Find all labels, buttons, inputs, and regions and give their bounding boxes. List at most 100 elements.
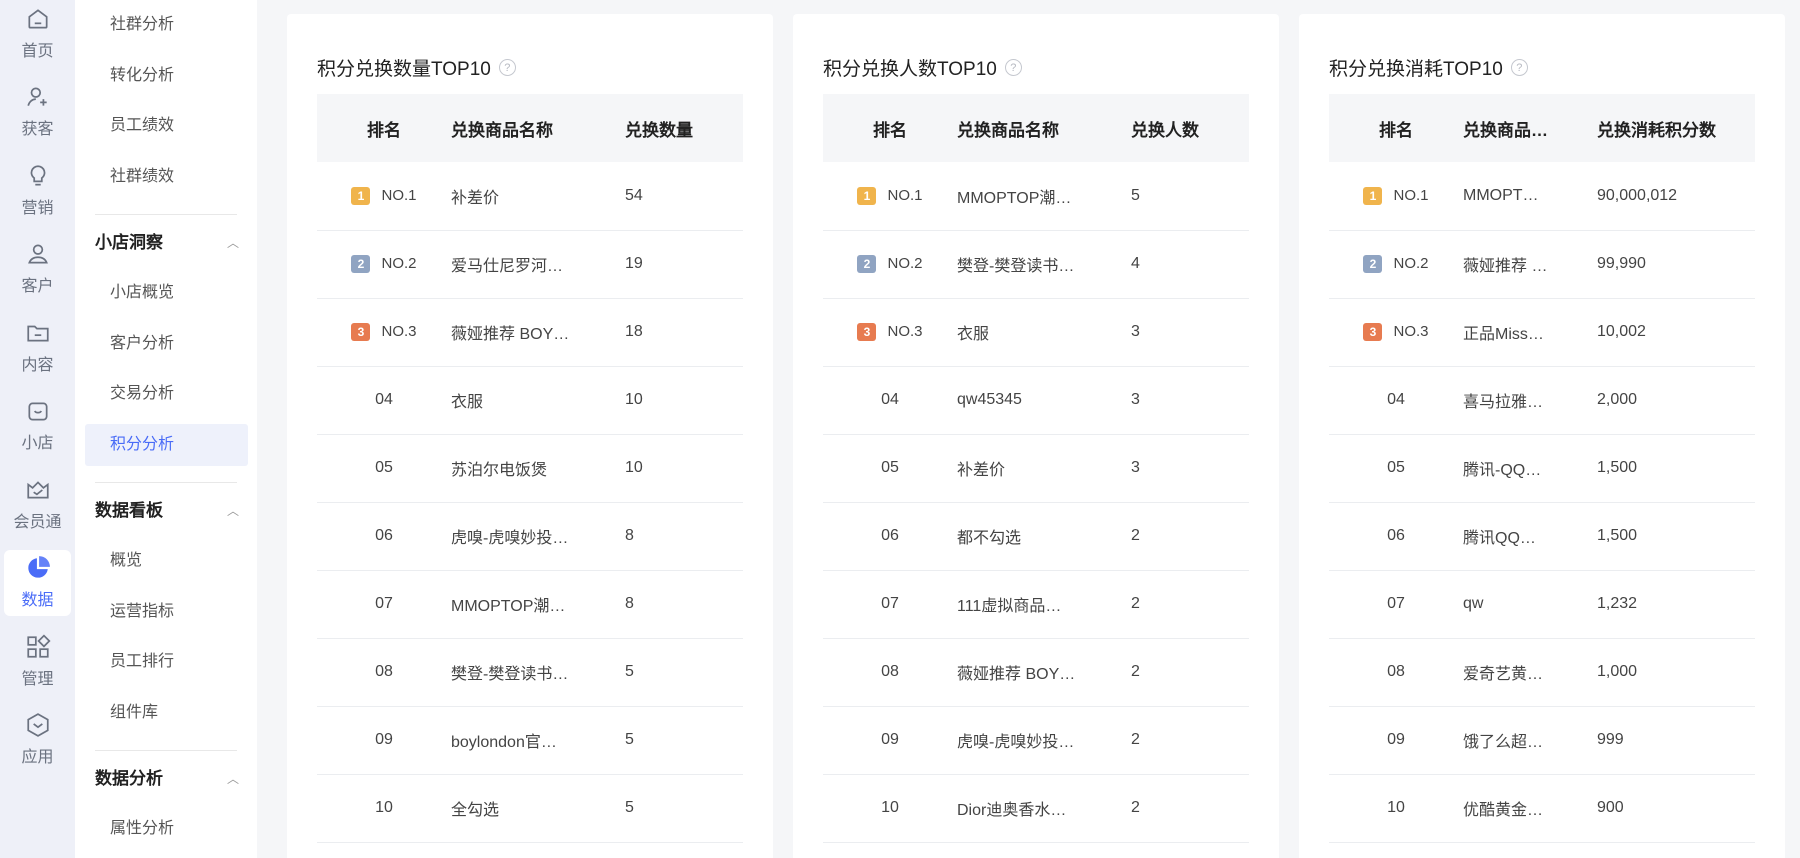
subnav-item[interactable]: 社群分析 <box>85 4 248 46</box>
card-title: 积分兑换数量TOP10? <box>317 54 516 81</box>
help-icon[interactable]: ? <box>1510 59 1528 76</box>
ranking-table: 排名 兑换商品名称 兑换数量 1 NO.1 补差价 54 2 NO.2 爱马仕尼罗河… 19 3 NO.… <box>317 94 743 843</box>
product-name-cell: 薇娅推荐 BOY… <box>957 666 1076 683</box>
value-cell: 5 <box>625 663 634 680</box>
product-name-cell: 衣服 <box>451 394 484 411</box>
product-name-cell: 衣服 <box>957 326 990 343</box>
product-name-cell: 补差价 <box>957 462 1006 479</box>
rail-item-1[interactable]: 获客 <box>4 79 71 145</box>
subnav-group-header[interactable]: 数据看板 ︿ <box>75 490 257 532</box>
card-title-text: 积分兑换数量TOP10 <box>317 59 491 80</box>
table-row: 06 腾讯QQ… 1,500 <box>1329 502 1755 570</box>
rank-cell: 06 <box>375 527 393 544</box>
rail-item-7[interactable]: 数据 <box>4 549 71 616</box>
rank-cell: 3 NO.3 <box>823 298 957 366</box>
rank-label: NO.1 <box>887 186 923 204</box>
table-row: 10 全勾选 5 <box>317 774 743 842</box>
rank-cell: 07 <box>375 595 393 612</box>
table-row: 3 NO.3 正品Miss… 10,002 <box>1329 298 1755 366</box>
rank-cell: 07 <box>881 595 899 612</box>
rank-medal-icon: 2 <box>351 254 371 273</box>
rail-item-0[interactable]: 首页 <box>4 0 71 66</box>
rank-cell: 07 <box>1387 595 1405 612</box>
subnav-item[interactable]: 转化分析 <box>85 55 248 97</box>
value-cell: 3 <box>1131 391 1140 408</box>
table-row: 09 饿了么超… 999 <box>1329 706 1755 774</box>
rank-cell: 10 <box>375 799 393 816</box>
help-icon[interactable]: ? <box>1004 59 1022 76</box>
table-row: 04 qw45345 3 <box>823 366 1249 434</box>
rank-cell: 09 <box>1387 731 1405 748</box>
subnav-item[interactable]: 小店概览 <box>85 272 248 314</box>
main-nav-rail: 首页获客营销客户内容小店会员通数据管理应用 <box>0 0 75 858</box>
rail-item-6[interactable]: 会员通 <box>4 471 71 537</box>
product-name-cell: 樊登-樊登读书… <box>957 258 1075 275</box>
rail-item-9[interactable]: 应用 <box>4 707 71 773</box>
product-name-cell: qw45345 <box>957 391 1022 408</box>
value-cell: 999 <box>1597 731 1624 748</box>
subnav-item[interactable]: 员工排行 <box>85 641 248 683</box>
value-cell: 1,232 <box>1597 595 1638 612</box>
rank-cell: 08 <box>1387 663 1405 680</box>
subnav-item[interactable]: 客户分析 <box>85 323 248 365</box>
pie-chart-icon <box>25 555 51 586</box>
table-row: 07 qw 1,232 <box>1329 570 1755 638</box>
rank-label: NO.2 <box>887 255 923 273</box>
rail-item-2[interactable]: 营销 <box>4 157 71 223</box>
value-cell: 3 <box>1131 323 1140 340</box>
value-cell: 99,990 <box>1597 255 1646 272</box>
table-row: 1 NO.1 MMOPTOP潮… 5 <box>823 162 1249 230</box>
subnav-group-header[interactable]: 小店洞察 ︿ <box>75 222 257 264</box>
rail-item-8[interactable]: 管理 <box>4 628 71 694</box>
rail-item-4[interactable]: 内容 <box>4 314 71 380</box>
rank-cell: 04 <box>375 391 393 408</box>
product-name-cell: 薇娅推荐 BOY… <box>451 326 570 343</box>
column-header: 兑换商品名称 <box>957 120 1059 140</box>
product-name-cell: qw <box>1463 595 1484 612</box>
product-name-cell: 樊登-樊登读书… <box>451 666 569 683</box>
product-name-cell: 爱奇艺黄… <box>1463 666 1544 683</box>
rail-item-label: 数据 <box>21 592 54 609</box>
rank-cell: 3 NO.3 <box>317 298 451 366</box>
product-name-cell: 补差价 <box>451 189 500 207</box>
subnav-item[interactable]: 组件库 <box>85 692 248 734</box>
chevron-up-icon: ︿ <box>226 772 239 786</box>
subnav-item[interactable]: 概览 <box>85 540 248 582</box>
subnav-item[interactable]: 运营指标 <box>85 591 248 633</box>
chevron-up-icon: ︿ <box>226 236 239 250</box>
product-name-cell: 薇娅推荐 … <box>1463 258 1548 275</box>
rail-item-3[interactable]: 客户 <box>4 236 71 302</box>
product-name-cell: MMOPTOP潮… <box>957 189 1072 207</box>
product-name-cell: boylondon官… <box>451 734 557 751</box>
table-row: 08 爱奇艺黄… 1,000 <box>1329 638 1755 706</box>
subnav-item[interactable]: 交易分析 <box>85 373 248 415</box>
subnav-item[interactable]: 员工绩效 <box>85 105 248 147</box>
value-cell: 900 <box>1597 799 1624 816</box>
table-row: 08 樊登-樊登读书… 5 <box>317 638 743 706</box>
product-name-cell: 正品Miss… <box>1463 326 1544 343</box>
rank-cell: 05 <box>1387 459 1405 476</box>
table-row: 09 虎嗅-虎嗅妙投… 2 <box>823 706 1249 774</box>
user-icon <box>25 241 51 272</box>
product-name-cell: 虎嗅-虎嗅妙投… <box>957 734 1075 751</box>
subnav-item[interactable]: 属性分析 <box>85 808 248 850</box>
help-icon[interactable]: ? <box>498 59 516 76</box>
subnav-group-header[interactable]: 数据分析 ︿ <box>75 758 257 800</box>
rail-item-label: 首页 <box>21 42 54 60</box>
table-header-row: 排名 兑换商品名称 兑换数量 <box>317 94 743 162</box>
value-cell: 4 <box>1131 255 1140 272</box>
column-header: 兑换商品名称 <box>451 120 553 140</box>
rail-item-label: 获客 <box>21 121 54 138</box>
value-cell: 8 <box>625 527 634 544</box>
product-name-cell: Dior迪奥香水… <box>957 802 1067 819</box>
value-cell: 2 <box>1131 527 1140 544</box>
rail-item-5[interactable]: 小店 <box>4 393 71 459</box>
table-row: 05 腾讯-QQ… 1,500 <box>1329 434 1755 502</box>
subnav-item[interactable]: 积分分析 <box>85 423 248 466</box>
table-row: 2 NO.2 爱马仕尼罗河… 19 <box>317 230 743 298</box>
value-cell: 10 <box>625 391 643 408</box>
subnav-item[interactable]: 社群绩效 <box>85 156 248 198</box>
shop-icon <box>25 398 51 429</box>
value-cell: 1,500 <box>1597 459 1638 476</box>
rank-cell: 2 NO.2 <box>317 230 451 298</box>
